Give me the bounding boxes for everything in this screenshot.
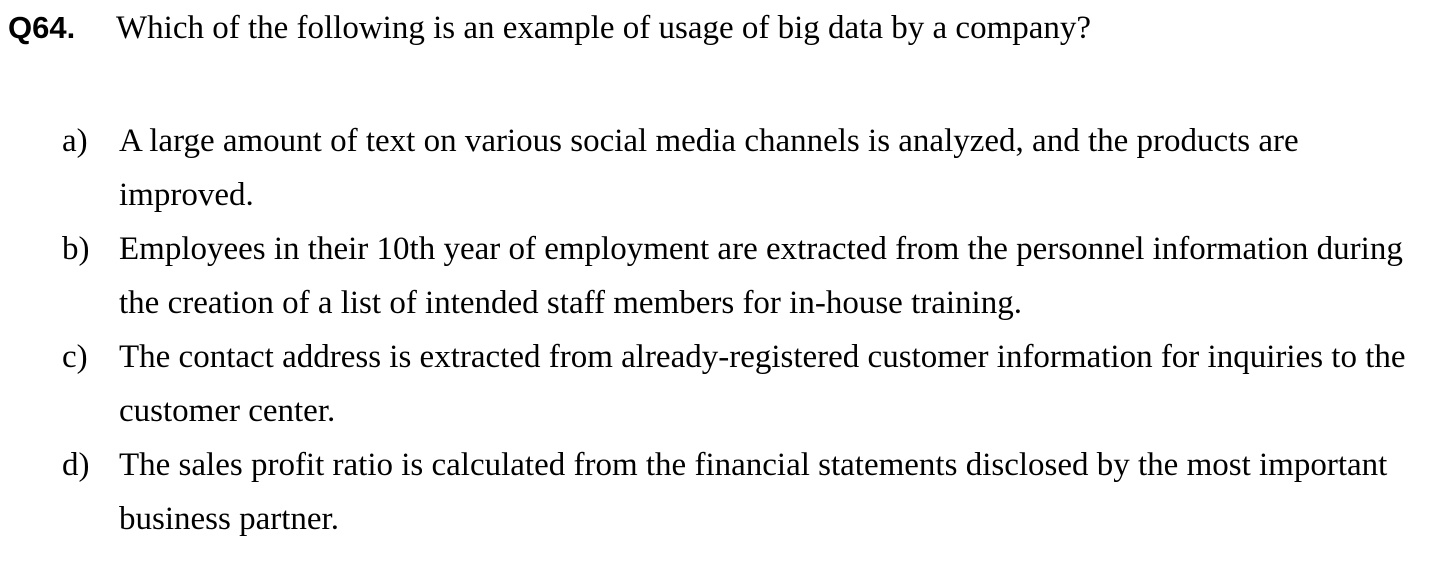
option-d-letter: d): [62, 447, 90, 483]
question-text: Which of the following is an example of …: [116, 10, 1092, 46]
option-c-letter: c): [62, 339, 88, 375]
option-c-text: The contact address is extracted from al…: [119, 339, 1406, 429]
option-b-text: Employees in their 10th year of employme…: [119, 231, 1403, 321]
option-a: a) A large amount of text on various soc…: [62, 114, 1432, 222]
option-b-letter: b): [62, 231, 90, 267]
option-d-text: The sales profit ratio is calculated fro…: [119, 447, 1388, 537]
option-c: c) The contact address is extracted from…: [62, 330, 1432, 438]
question: Q64. Which of the following is an exampl…: [8, 10, 1428, 47]
option-b: b) Employees in their 10th year of emplo…: [62, 222, 1432, 330]
question-number: Q64.: [8, 10, 76, 45]
option-a-letter: a): [62, 123, 88, 159]
answer-options: a) A large amount of text on various soc…: [62, 114, 1432, 546]
option-a-text: A large amount of text on various social…: [119, 123, 1299, 213]
option-d: d) The sales profit ratio is calculated …: [62, 438, 1432, 546]
